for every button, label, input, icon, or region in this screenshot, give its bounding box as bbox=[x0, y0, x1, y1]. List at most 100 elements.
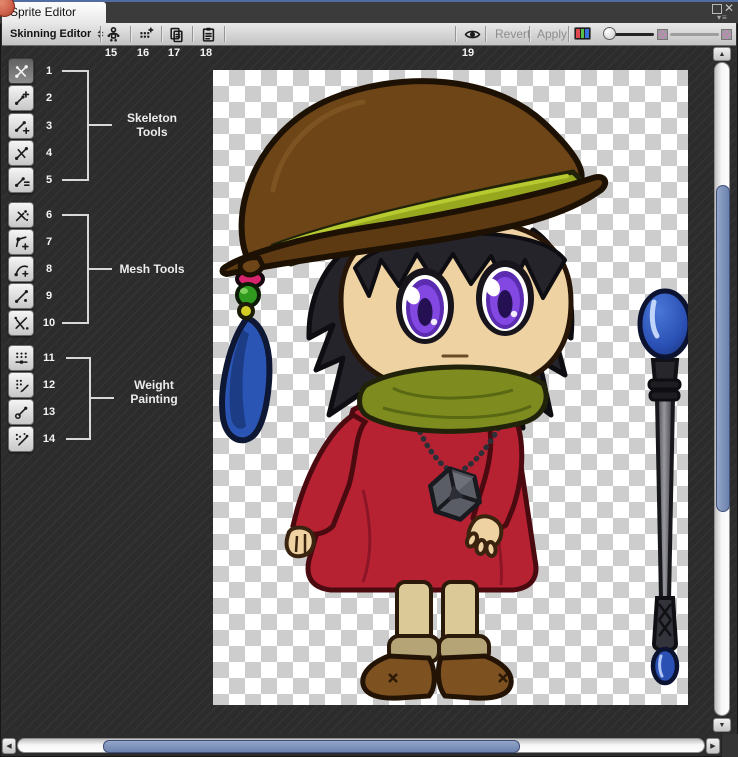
blue-bar bbox=[585, 29, 589, 38]
vertical-scrollbar-track[interactable] bbox=[714, 62, 730, 716]
create-edge-icon bbox=[13, 261, 30, 278]
annotation-number: 10 bbox=[36, 310, 62, 336]
mode-dropdown[interactable]: Skinning Editor bbox=[6, 25, 109, 43]
annotation-number: 1 bbox=[36, 58, 62, 84]
tab-title: Sprite Editor bbox=[10, 5, 76, 19]
doll-icon bbox=[105, 26, 122, 43]
visibility-button[interactable] bbox=[461, 25, 483, 43]
annotation-number: 4 bbox=[36, 140, 62, 166]
split-edge-icon bbox=[13, 288, 30, 305]
green-bar bbox=[581, 29, 585, 38]
annotation-number: 8 bbox=[36, 256, 62, 282]
bone-influence-icon bbox=[13, 404, 30, 421]
secondary-slider-track[interactable] bbox=[670, 33, 719, 36]
annotation-number: 13 bbox=[36, 399, 62, 425]
tool-button-5[interactable] bbox=[8, 167, 34, 193]
annotation-number: 3 bbox=[36, 113, 62, 139]
annotation-number: 11 bbox=[36, 345, 62, 371]
annotation-number: 5 bbox=[36, 167, 62, 193]
annotation-number: 19 bbox=[462, 47, 474, 59]
scrollbar-corner bbox=[721, 734, 738, 757]
color-channels-icon[interactable] bbox=[574, 27, 591, 40]
tool-button-3[interactable] bbox=[8, 113, 34, 139]
revert-button[interactable]: Revert bbox=[489, 25, 536, 43]
mode-dropdown-label: Skinning Editor bbox=[10, 28, 91, 40]
tool-button-14[interactable] bbox=[8, 426, 34, 452]
bone-lines-icon bbox=[13, 172, 30, 189]
annotation-number: 17 bbox=[168, 47, 180, 59]
annotation-number: 2 bbox=[36, 85, 62, 111]
alpha-swatch-icon bbox=[657, 29, 668, 40]
tool-button-6[interactable] bbox=[8, 202, 34, 228]
spritesheet-button[interactable] bbox=[134, 25, 156, 43]
bone-move-icon bbox=[13, 90, 30, 107]
scroll-left-button[interactable]: ◀ bbox=[2, 738, 16, 754]
close-icon[interactable]: ✕ bbox=[724, 3, 734, 13]
weight-painting-label: Weight Painting bbox=[112, 378, 196, 406]
spritesheet-icon bbox=[137, 26, 154, 43]
tool-button-12[interactable] bbox=[8, 372, 34, 398]
bone-cross-icon bbox=[13, 63, 30, 80]
weight-slider-icon bbox=[13, 350, 30, 367]
sprite-canvas[interactable] bbox=[213, 70, 688, 705]
vertical-scrollbar-thumb[interactable] bbox=[716, 185, 730, 512]
tool-button-10[interactable] bbox=[8, 310, 34, 336]
toolbar-separator bbox=[192, 26, 193, 42]
tool-button-4[interactable] bbox=[8, 140, 34, 166]
tool-button-8[interactable] bbox=[8, 256, 34, 282]
weight-brush-icon bbox=[13, 377, 30, 394]
copy-button[interactable] bbox=[165, 25, 187, 43]
tool-button-11[interactable] bbox=[8, 345, 34, 371]
scroll-up-button[interactable]: ▲ bbox=[713, 47, 731, 61]
paste-button[interactable] bbox=[197, 25, 219, 43]
annotation-number: 16 bbox=[137, 47, 149, 59]
staff bbox=[640, 291, 688, 683]
alpha-swatch-icon bbox=[721, 29, 732, 40]
create-vertex-icon bbox=[13, 234, 30, 251]
tool-button-1[interactable] bbox=[8, 58, 34, 84]
skeleton-tools-label: Skeleton Tools bbox=[110, 111, 194, 139]
paste-icon bbox=[200, 26, 217, 43]
hat-tassel bbox=[222, 271, 269, 440]
tool-button-13[interactable] bbox=[8, 399, 34, 425]
scarf bbox=[360, 367, 547, 431]
apply-button[interactable]: Apply bbox=[531, 25, 573, 43]
edit-geometry-icon bbox=[13, 315, 30, 332]
scroll-down-button[interactable]: ▼ bbox=[713, 718, 731, 732]
tool-button-9[interactable] bbox=[8, 283, 34, 309]
sprite-editor-window: Sprite Editor ✕ ▾≡ Skinning Editor Rever… bbox=[0, 0, 738, 757]
bone-add-icon bbox=[13, 118, 30, 135]
auto-geometry-icon bbox=[13, 207, 30, 224]
sprite-character-artwork bbox=[213, 70, 688, 705]
horizontal-scrollbar-thumb[interactable] bbox=[103, 740, 520, 753]
mesh-tools-label: Mesh Tools bbox=[110, 262, 194, 276]
opacity-slider-knob[interactable] bbox=[603, 27, 616, 40]
toolbar-separator bbox=[455, 26, 456, 42]
titlebar: Sprite Editor bbox=[0, 2, 738, 24]
annotation-number: 9 bbox=[36, 283, 62, 309]
legs bbox=[363, 582, 511, 698]
annotation-number: 6 bbox=[36, 202, 62, 228]
tool-button-7[interactable] bbox=[8, 229, 34, 255]
opacity-slider-track[interactable] bbox=[614, 33, 654, 36]
doll-button[interactable] bbox=[102, 25, 124, 43]
toolbar-separator bbox=[100, 26, 101, 42]
annotation-number: 18 bbox=[200, 47, 212, 59]
horizontal-scrollbar-track[interactable] bbox=[17, 738, 705, 753]
toolbar-separator bbox=[224, 26, 225, 42]
toolbar-separator bbox=[485, 26, 486, 42]
bone-split-icon bbox=[13, 145, 30, 162]
window-tab[interactable]: Sprite Editor bbox=[2, 2, 106, 23]
annotation-number: 15 bbox=[105, 47, 117, 59]
red-bar bbox=[576, 29, 580, 38]
scroll-right-button[interactable]: ▶ bbox=[706, 738, 720, 754]
generate-weights-icon bbox=[13, 431, 30, 448]
annotation-number: 12 bbox=[36, 372, 62, 398]
tool-button-2[interactable] bbox=[8, 85, 34, 111]
toolbar-separator bbox=[161, 26, 162, 42]
window-menu-icon[interactable]: ▾≡ bbox=[717, 13, 728, 23]
eye-icon bbox=[464, 26, 481, 43]
annotation-number: 14 bbox=[36, 426, 62, 452]
copy-icon bbox=[168, 26, 185, 43]
toolbar-separator bbox=[130, 26, 131, 42]
